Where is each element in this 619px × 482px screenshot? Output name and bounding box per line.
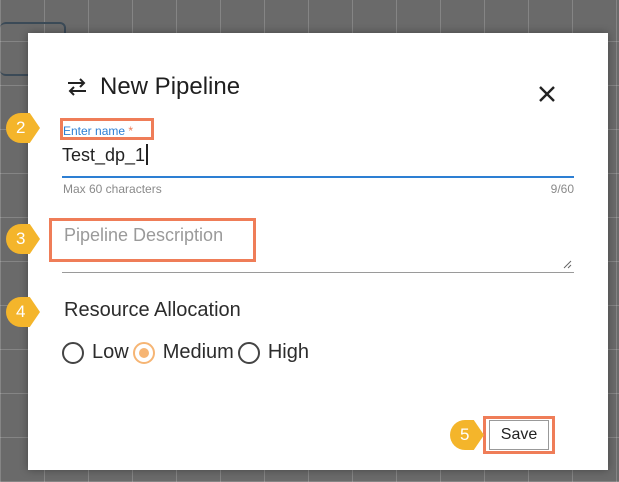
name-char-counter: 9/60 (550, 182, 574, 196)
radio-high-label: High (267, 341, 309, 363)
text-caret (146, 144, 148, 165)
new-pipeline-dialog: New Pipeline Enter name * Test_dp_1 Max … (28, 33, 608, 470)
dialog-header: New Pipeline (66, 73, 240, 101)
resource-radio-group: Low Medium High (62, 341, 313, 364)
radio-option-high[interactable]: High (237, 341, 309, 364)
name-label-text: Enter name (63, 124, 126, 138)
radio-low[interactable] (62, 341, 84, 364)
radio-option-medium[interactable]: Medium (132, 341, 234, 364)
resource-allocation-label: Resource Allocation (64, 299, 241, 321)
radio-low-label: Low (92, 341, 129, 363)
name-input-value: Test_dp_1 (62, 145, 146, 165)
name-field-label: Enter name * (63, 124, 133, 138)
name-input[interactable]: Test_dp_1 (62, 144, 148, 166)
save-highlight (483, 416, 555, 454)
radio-medium-label: Medium (162, 341, 234, 363)
required-mark: * (128, 124, 134, 138)
description-highlight (49, 218, 256, 262)
radio-option-low[interactable]: Low (62, 341, 129, 364)
close-icon[interactable] (536, 83, 558, 105)
radio-high[interactable] (237, 341, 260, 364)
dialog-title: New Pipeline (100, 73, 241, 100)
name-input-underline (62, 176, 574, 178)
swap-arrows-icon (68, 78, 86, 96)
name-hint: Max 60 characters (63, 182, 162, 196)
radio-medium[interactable] (132, 341, 155, 364)
resize-grip-icon[interactable] (562, 259, 572, 269)
